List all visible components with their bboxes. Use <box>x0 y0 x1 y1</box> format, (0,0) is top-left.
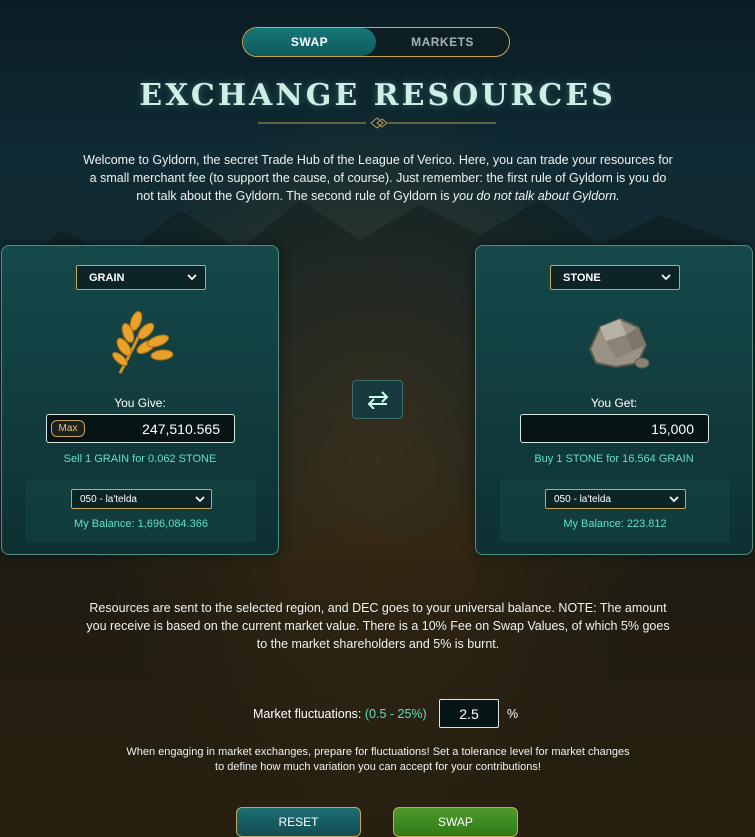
fluctuation-label: Market fluctuations: (0.5 - 25%) <box>253 707 427 721</box>
view-tabs: SWAP MARKETS <box>242 27 510 57</box>
you-get-label: You Get: <box>590 396 638 410</box>
grain-icon <box>112 310 174 374</box>
give-amount-input[interactable]: Max 247,510.565 <box>46 414 235 443</box>
swap-button[interactable]: SWAP <box>393 807 518 837</box>
max-button[interactable]: Max <box>51 420 85 437</box>
you-give-label: You Give: <box>114 396 166 410</box>
intro-italic: you do not talk about Gyldorn. <box>452 189 620 203</box>
stone-icon <box>588 317 650 369</box>
buy-rate-text: Buy 1 STONE for 16.564 GRAIN <box>534 453 694 465</box>
chevron-down-icon <box>187 274 197 281</box>
fluctuation-input[interactable]: 2.5 <box>439 699 499 728</box>
swap-arrows-icon <box>367 390 388 409</box>
notice-text: Resources are sent to the selected regio… <box>86 601 670 651</box>
give-region-box: 050 - la'telda My Balance: 1,696,084.366 <box>26 479 256 542</box>
get-region-select[interactable]: 050 - la'telda <box>545 489 686 509</box>
get-resource-value: STONE <box>563 271 601 284</box>
reset-button[interactable]: RESET <box>236 807 361 837</box>
fluctuation-label-text: Market fluctuations: <box>253 707 365 721</box>
give-resource-value: GRAIN <box>89 271 125 284</box>
fluctuation-range: (0.5 - 25%) <box>364 707 427 721</box>
fluctuation-row: Market fluctuations: (0.5 - 25%) 2.5 % <box>0 699 755 729</box>
get-amount-input[interactable]: 15,000 <box>520 414 709 443</box>
give-resource-select[interactable]: GRAIN <box>76 265 206 290</box>
get-region-value: 050 - la'telda <box>554 493 611 505</box>
get-panel: STONE You Get: 15,000 Buy 1 STONE for 16… <box>475 245 753 555</box>
intro-text: Welcome to Gyldorn, the secret Trade Hub… <box>82 151 674 205</box>
chevron-down-icon <box>195 495 205 502</box>
give-region-select[interactable]: 050 - la'telda <box>71 489 212 509</box>
sell-rate-text: Sell 1 GRAIN for 0.062 STONE <box>63 453 217 465</box>
tolerance-text: When engaging in market exchanges, prepa… <box>126 746 630 773</box>
give-panel: GRAIN You Give: Max 247,510.565 Sell 1 G… <box>1 245 279 555</box>
give-balance: My Balance: 1,696,084.366 <box>74 518 208 530</box>
swap-direction-button[interactable] <box>352 380 403 419</box>
percent-unit: % <box>507 707 519 721</box>
page-title: EXCHANGE RESOURCES <box>139 78 616 113</box>
get-balance: My Balance: 223.812 <box>563 518 667 530</box>
give-region-value: 050 - la'telda <box>80 493 137 505</box>
get-region-box: 050 - la'telda My Balance: 223.812 <box>500 479 730 542</box>
give-amount-value: 247,510.565 <box>142 420 220 437</box>
title-divider <box>258 117 496 129</box>
get-amount-value: 15,000 <box>651 420 694 437</box>
chevron-down-icon <box>669 495 679 502</box>
get-resource-select[interactable]: STONE <box>550 265 680 290</box>
chevron-down-icon <box>661 274 671 281</box>
tab-swap[interactable]: SWAP <box>243 28 376 56</box>
tab-markets[interactable]: MARKETS <box>376 28 509 56</box>
